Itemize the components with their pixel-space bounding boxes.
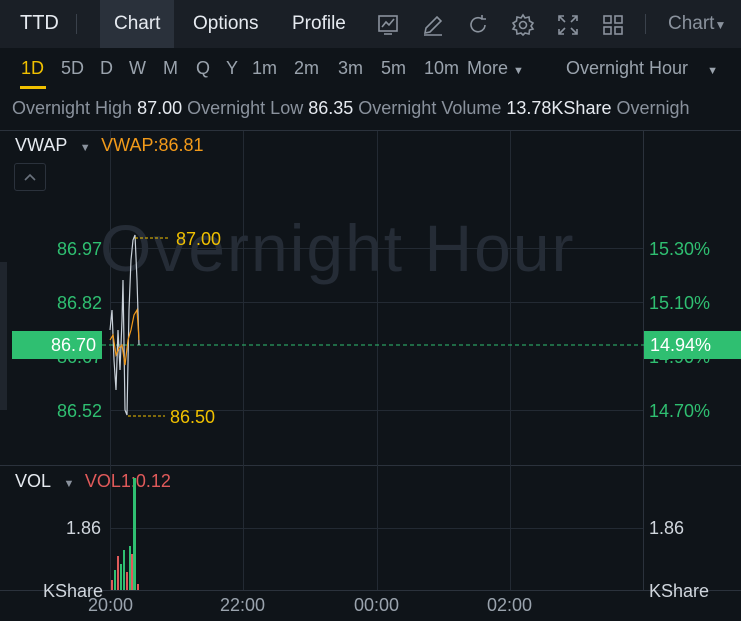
more-label: More [467,58,509,78]
period-2m[interactable]: 2m [294,58,319,79]
chart-type-icon[interactable] [376,13,400,37]
session-low-marker: 86.50 [170,407,216,427]
volume-bar [131,554,133,590]
settings-gear-icon[interactable] [511,13,535,37]
overnight-high-value: 87.00 [137,98,183,118]
overnight-truncated-label: Overnigh [616,98,690,118]
volume-bar [129,546,131,590]
layout-grid-icon[interactable] [601,13,625,37]
period-bar: 1D 5D D W M Q Y 1m 2m 3m 5m 10m More ▼ O… [0,48,741,90]
period-3m[interactable]: 3m [338,58,363,79]
session-label: Overnight Hour [566,58,689,78]
volume-bar [114,570,116,590]
current-percent-tag: 14.94% [644,331,741,359]
current-price-tag: 86.70 [12,331,102,359]
period-5m[interactable]: 5m [381,58,406,79]
overnight-low-label: Overnight Low [187,98,304,118]
period-1d[interactable]: 1D [21,58,44,79]
period-w[interactable]: W [129,58,146,79]
chart-menu-dropdown[interactable]: Chart▼ [668,13,726,35]
volume-bar [120,564,122,590]
period-d[interactable]: D [100,58,113,79]
tab-options[interactable]: Options [179,0,272,48]
tab-profile[interactable]: Profile [278,0,360,48]
caret-down-icon: ▼ [513,65,524,77]
volume-bar [126,572,128,590]
period-m[interactable]: M [163,58,178,79]
active-period-indicator [20,86,46,89]
chart-menu-label: Chart [668,13,715,34]
ticker-symbol: TTD [20,12,59,34]
overnight-stats: Overnight High 87.00 Overnight Low 86.35… [12,98,690,119]
caret-down-icon: ▼ [707,65,718,77]
time-axis-label: 00:00 [354,595,400,615]
period-5d[interactable]: 5D [61,58,84,79]
overnight-volume-label: Overnight Volume [358,98,502,118]
fullscreen-icon[interactable] [556,13,580,37]
time-axis-label: 02:00 [487,595,533,615]
volume-bar [111,580,113,590]
volume-bar [117,556,119,590]
refresh-icon[interactable] [466,13,490,37]
time-axis-border [0,590,741,591]
session-high-marker: 87.00 [176,229,222,249]
volume-chart [111,478,139,590]
more-periods-dropdown[interactable]: More ▼ [467,58,524,79]
volume-bar [137,584,139,590]
time-axis-label: 22:00 [220,595,266,615]
session-dropdown[interactable]: Overnight Hour ▼ [566,58,718,79]
period-q[interactable]: Q [196,58,210,79]
period-y[interactable]: Y [226,58,238,79]
overnight-volume-value: 13.78KShare [506,98,612,118]
period-10m[interactable]: 10m [424,58,459,79]
price-chart [102,234,644,417]
draw-pen-icon[interactable] [421,13,445,37]
divider [76,14,77,34]
overnight-high-label: Overnight High [12,98,133,118]
tab-chart[interactable]: Chart [100,0,175,48]
time-axis-label: 20:00 [88,595,134,615]
volume-bar [133,478,136,590]
price-line [109,234,140,416]
period-1m[interactable]: 1m [252,58,277,79]
top-tab-bar: TTD Chart Options Profile Chart▼ [0,0,741,48]
divider [645,14,646,34]
overnight-low-value: 86.35 [308,98,354,118]
caret-down-icon: ▼ [714,18,727,32]
volume-bar [123,550,125,590]
